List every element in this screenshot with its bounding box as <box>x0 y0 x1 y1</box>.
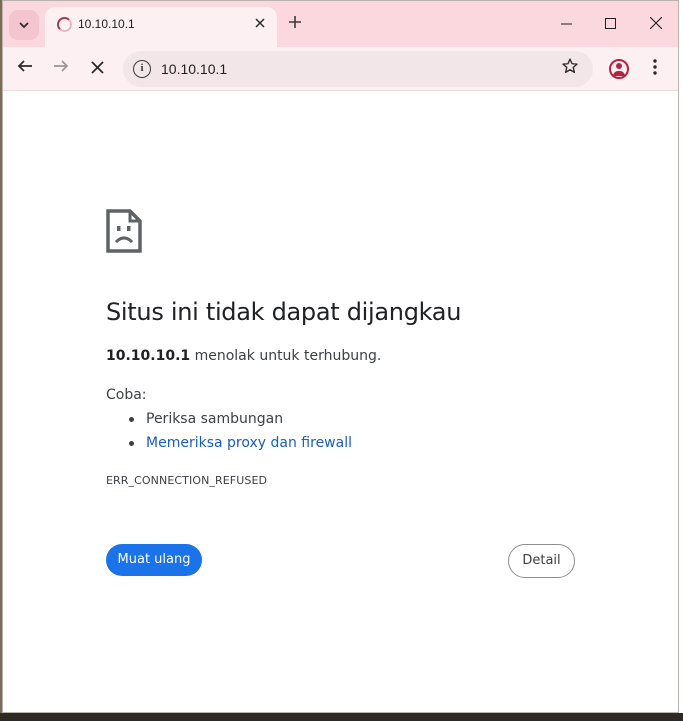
stop-icon <box>90 61 104 74</box>
stop-button[interactable] <box>83 55 111 83</box>
address-bar[interactable]: i 10.10.10.1 <box>123 51 593 87</box>
error-message: menolak untuk terhubung. <box>190 348 382 364</box>
taskbar-edge <box>0 713 683 721</box>
back-arrow-icon <box>17 60 32 72</box>
error-description: 10.10.10.1 menolak untuk terhubung. <box>106 348 381 364</box>
minimize-button[interactable] <box>553 11 579 37</box>
chevron-down-icon <box>19 22 29 29</box>
bookmark-button[interactable] <box>561 57 579 80</box>
profile-icon[interactable] <box>609 59 629 79</box>
back-button[interactable] <box>11 55 39 83</box>
details-button[interactable]: Detail <box>508 544 575 578</box>
close-window-button[interactable] <box>643 11 669 37</box>
address-url[interactable]: 10.10.10.1 <box>161 61 227 77</box>
maximize-icon <box>604 18 616 29</box>
close-icon <box>649 16 663 30</box>
suggestion-check-proxy: Memeriksa proxy dan firewall <box>106 434 352 458</box>
browser-window: 10.10.10.1 i 10.10.10.1 Situs ini tidak … <box>2 0 679 713</box>
forward-arrow-icon <box>54 60 69 72</box>
try-label: Coba: <box>106 387 147 403</box>
active-tab[interactable]: 10.10.10.1 <box>45 7 277 47</box>
tab-close-button[interactable] <box>251 15 269 33</box>
info-icon[interactable]: i <box>133 60 151 78</box>
tab-search-button[interactable] <box>9 10 39 40</box>
plus-icon <box>289 16 301 28</box>
suggestions-list: Periksa sambungan Memeriksa proxy dan fi… <box>106 410 352 458</box>
new-tab-button[interactable] <box>284 11 306 33</box>
forward-button[interactable] <box>47 55 75 83</box>
proxy-firewall-link[interactable]: Memeriksa proxy dan firewall <box>146 435 352 451</box>
reload-button[interactable]: Muat ulang <box>106 544 202 576</box>
tab-title: 10.10.10.1 <box>78 17 135 31</box>
star-icon <box>562 58 578 74</box>
suggestion-check-connection: Periksa sambungan <box>106 410 352 434</box>
sad-document-icon <box>106 209 142 253</box>
kebab-menu-icon <box>653 59 657 75</box>
browser-toolbar: i 10.10.10.1 <box>3 47 678 91</box>
error-host: 10.10.10.1 <box>106 348 191 364</box>
tab-strip: 10.10.10.1 <box>3 1 678 47</box>
maximize-button[interactable] <box>597 11 623 37</box>
loading-spinner-icon <box>57 17 72 32</box>
error-page: Situs ini tidak dapat dijangkau 10.10.10… <box>3 92 678 712</box>
error-code: ERR_CONNECTION_REFUSED <box>106 474 268 487</box>
error-headline: Situs ini tidak dapat dijangkau <box>106 298 462 326</box>
minimize-icon <box>560 23 572 25</box>
menu-button[interactable] <box>643 55 667 83</box>
close-icon <box>255 18 265 28</box>
